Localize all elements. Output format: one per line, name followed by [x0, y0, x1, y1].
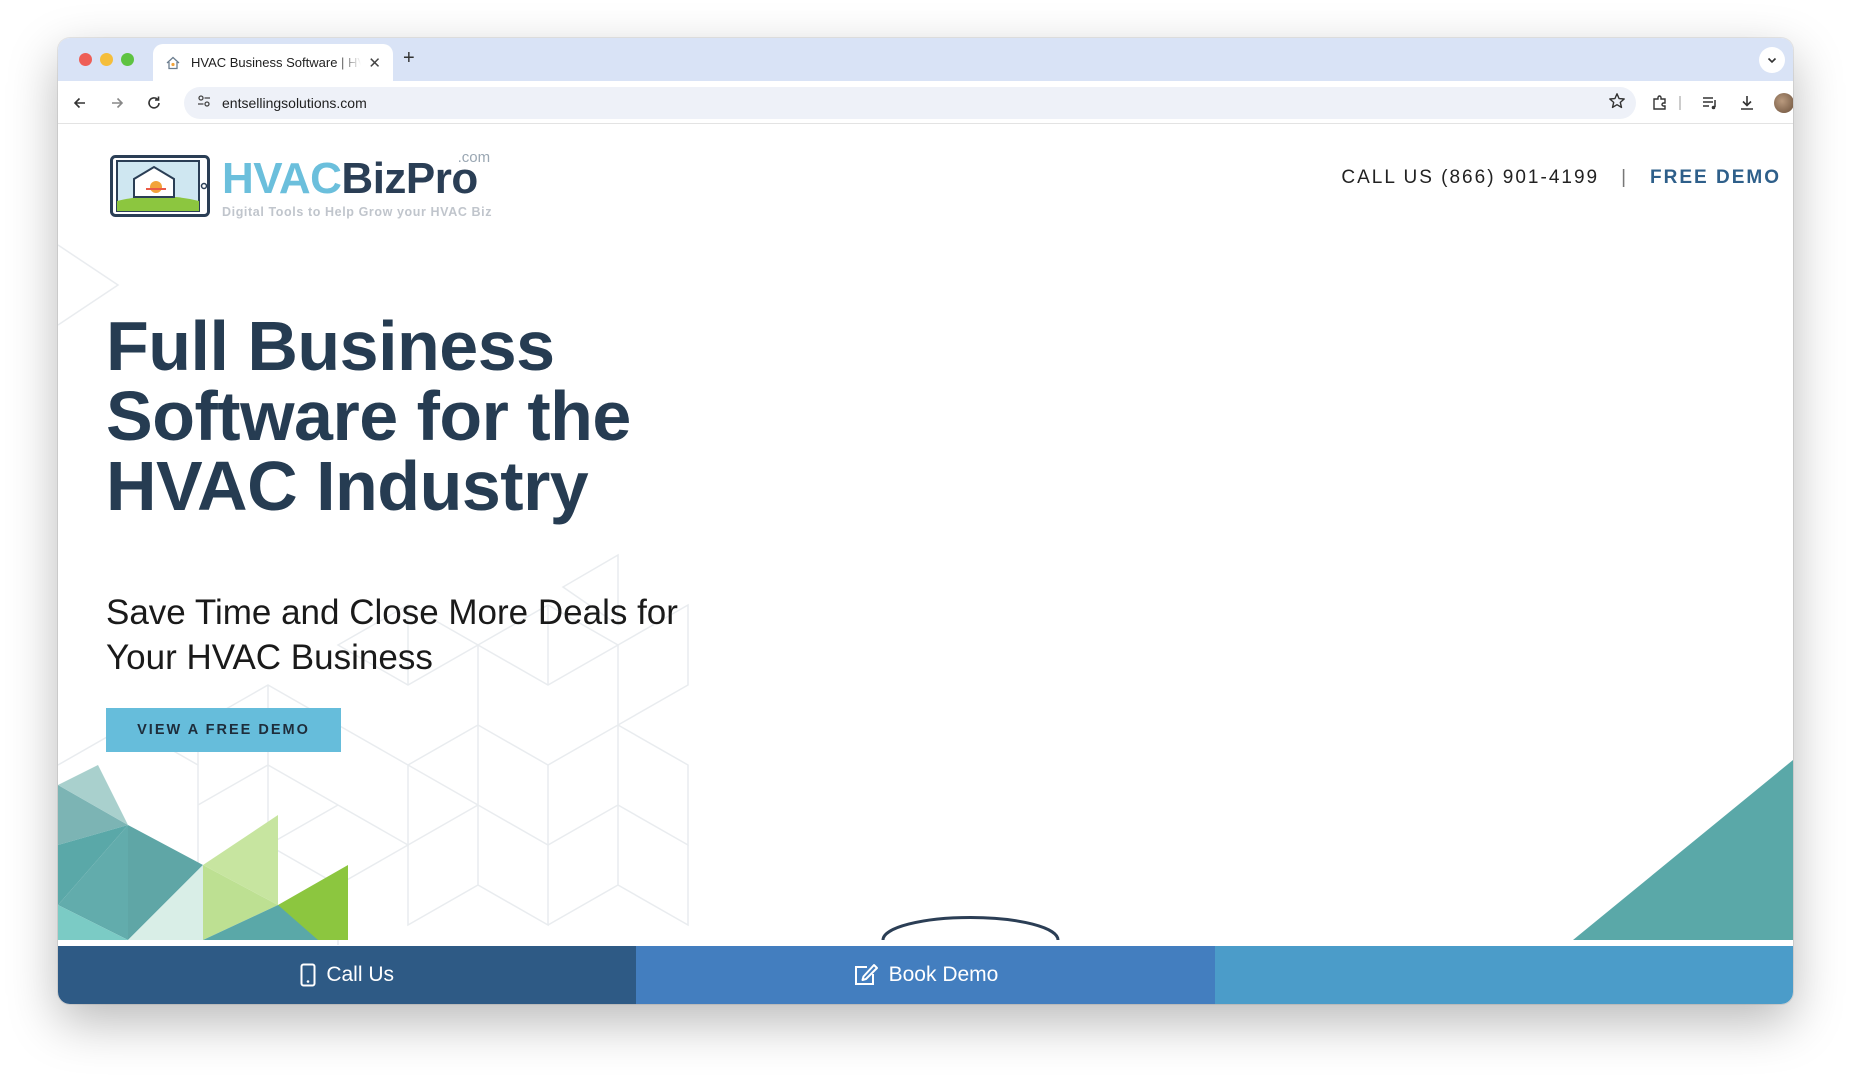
- url-text: entsellingsolutions.com: [222, 95, 367, 111]
- logo-com-text: .com: [457, 149, 491, 166]
- back-arrow-icon[interactable]: [68, 91, 92, 115]
- reload-icon[interactable]: [142, 91, 166, 115]
- site-logo[interactable]: HVACBizPro .com Digital Tools to Help Gr…: [110, 149, 493, 219]
- header-contact: CALL US (866) 901-4199 | FREE DEMO: [1341, 167, 1781, 189]
- header-divider: |: [1621, 167, 1629, 188]
- bookmark-star-icon[interactable]: [1608, 92, 1626, 115]
- toolbar-divider: [1679, 96, 1681, 110]
- bottom-left-triangles: [58, 765, 348, 940]
- web-page: HVACBizPro .com Digital Tools to Help Gr…: [58, 125, 1793, 1004]
- book-demo-label: Book Demo: [888, 963, 999, 986]
- browser-toolbar: entsellingsolutions.com: [58, 81, 1793, 124]
- address-bar[interactable]: entsellingsolutions.com: [184, 87, 1636, 119]
- hero-title: Full Business Software for the HVAC Indu…: [106, 307, 631, 525]
- site-settings-icon[interactable]: [196, 93, 212, 114]
- close-tab-icon[interactable]: ✕: [368, 54, 381, 72]
- scroll-arc: [881, 916, 1060, 941]
- background-geometric-pattern: [58, 244, 1793, 945]
- minimize-window-button[interactable]: [100, 53, 113, 66]
- bottom-bar-empty-slot[interactable]: [1214, 946, 1793, 1004]
- forward-arrow-icon[interactable]: [105, 91, 129, 115]
- call-us-button[interactable]: Call Us: [58, 946, 637, 1004]
- view-free-demo-button[interactable]: VIEW A FREE DEMO: [106, 708, 341, 752]
- browser-window: HVAC Business Software | HVAC ✕ + entsel…: [58, 38, 1793, 1004]
- logo-hvac-text: HVAC: [222, 154, 342, 203]
- house-logo-icon: [110, 155, 210, 217]
- edit-icon: [853, 963, 879, 987]
- close-window-button[interactable]: [79, 53, 92, 66]
- sticky-bottom-bar: Call Us Book Demo: [58, 946, 1793, 1004]
- free-demo-link[interactable]: FREE DEMO: [1650, 167, 1781, 189]
- mobile-phone-icon: [300, 963, 316, 987]
- tab-search-icon[interactable]: [1759, 47, 1785, 73]
- maximize-window-button[interactable]: [121, 53, 134, 66]
- book-demo-button[interactable]: Book Demo: [636, 946, 1215, 1004]
- tab-title: HVAC Business Software | HVAC: [191, 55, 361, 70]
- tab-strip: HVAC Business Software | HVAC ✕ +: [58, 38, 1793, 81]
- call-us-link[interactable]: CALL US (866) 901-4199: [1341, 167, 1599, 189]
- new-tab-button[interactable]: +: [403, 47, 415, 70]
- profile-avatar[interactable]: [1772, 91, 1793, 115]
- media-queue-icon[interactable]: [1698, 91, 1722, 115]
- download-icon[interactable]: [1735, 91, 1759, 115]
- logo-tagline: Digital Tools to Help Grow your HVAC Biz: [222, 205, 493, 219]
- house-icon: [165, 55, 181, 71]
- extensions-puzzle-icon[interactable]: [1648, 91, 1672, 115]
- call-us-label: Call Us: [326, 963, 394, 986]
- browser-tab[interactable]: HVAC Business Software | HVAC ✕: [153, 44, 393, 81]
- hero-subtitle: Save Time and Close More Deals for Your …: [106, 593, 678, 677]
- bottom-right-triangle: [1573, 760, 1793, 940]
